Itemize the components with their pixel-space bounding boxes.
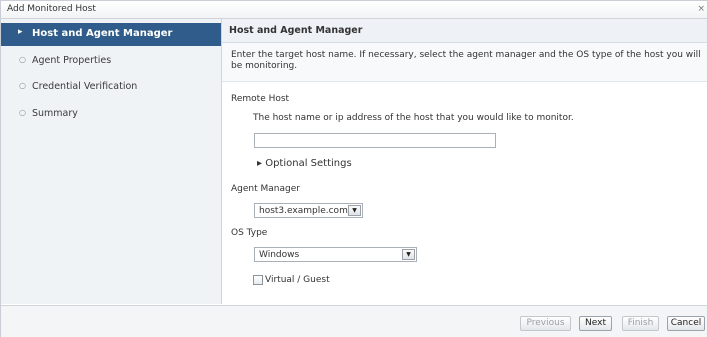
section-header: Host and Agent Manager [222, 19, 707, 43]
section-description: Enter the target host name. If necessary… [231, 50, 701, 71]
step-credential-verification[interactable]: ○ Credential Verification [1, 76, 221, 99]
virtual-guest-checkbox[interactable] [253, 275, 263, 285]
agent-manager-select[interactable]: host3.example.com ▼ [254, 203, 363, 218]
step-label: Credential Verification [32, 81, 138, 92]
agent-manager-label: Agent Manager [231, 184, 300, 194]
remote-host-input[interactable] [254, 133, 496, 148]
chevron-down-icon[interactable]: ▼ [348, 205, 361, 216]
agent-manager-value: host3.example.com [259, 206, 348, 216]
os-type-label: OS Type [231, 228, 268, 238]
wizard-steps-sidebar: ▸ Host and Agent Manager ○ Agent Propert… [1, 19, 222, 304]
step-summary[interactable]: ○ Summary [1, 103, 221, 126]
dialog-titlebar: Add Monitored Host × [1, 1, 707, 19]
chevron-down-icon[interactable]: ▼ [402, 249, 415, 260]
os-type-value: Windows [259, 250, 300, 260]
step-label: Summary [32, 108, 78, 119]
dialog-title: Add Monitored Host [7, 4, 96, 14]
wizard-content: Host and Agent Manager Enter the target … [222, 19, 707, 304]
step-arrow-icon: ▸ [18, 27, 23, 37]
previous-button[interactable]: Previous [520, 316, 571, 331]
next-button[interactable]: Next [579, 316, 612, 331]
os-type-select[interactable]: Windows ▼ [254, 247, 417, 262]
step-host-and-agent-manager[interactable]: ▸ Host and Agent Manager [1, 23, 221, 46]
close-icon[interactable]: × [697, 4, 705, 14]
step-agent-properties[interactable]: ○ Agent Properties [1, 50, 221, 73]
wizard-footer: Previous Next Finish Cancel [1, 305, 707, 337]
step-circle-icon: ○ [19, 81, 26, 90]
section-title: Host and Agent Manager [229, 25, 363, 36]
finish-button[interactable]: Finish [622, 316, 659, 331]
step-circle-icon: ○ [19, 108, 26, 117]
step-label: Host and Agent Manager [32, 28, 173, 39]
remote-host-help: The host name or ip address of the host … [253, 113, 574, 123]
cancel-button[interactable]: Cancel [667, 316, 705, 331]
step-circle-icon: ○ [19, 55, 26, 64]
section-description-box: Enter the target host name. If necessary… [222, 43, 707, 82]
add-monitored-host-dialog: Add Monitored Host × ▸ Host and Agent Ma… [0, 0, 708, 337]
step-label: Agent Properties [32, 55, 112, 66]
optional-settings-toggle[interactable]: ▸ Optional Settings [257, 158, 352, 169]
virtual-guest-label: Virtual / Guest [265, 275, 330, 285]
remote-host-label: Remote Host [231, 94, 290, 104]
